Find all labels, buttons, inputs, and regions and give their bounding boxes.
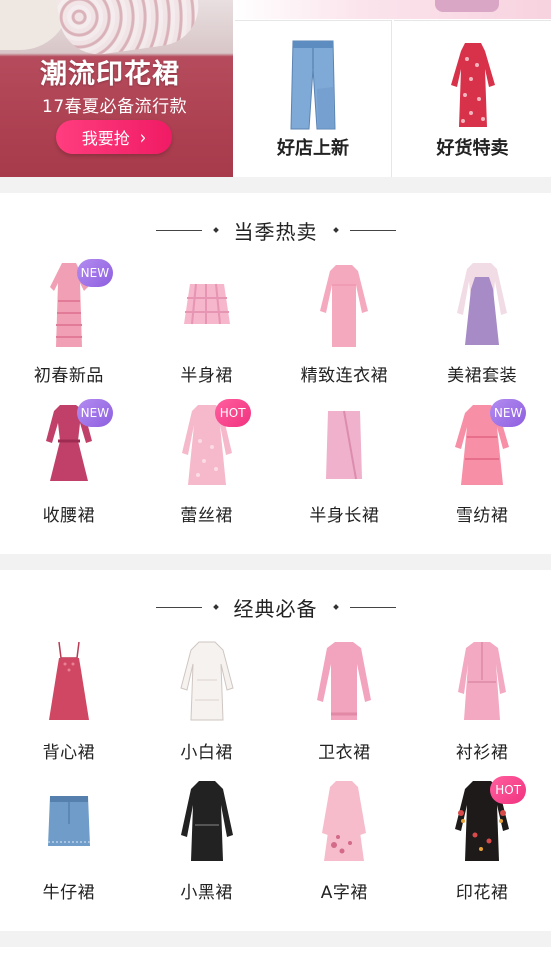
new-badge: NEW: [76, 399, 113, 427]
category-item[interactable]: 精致连衣裙: [276, 259, 414, 399]
category-label: 衬衫裙: [455, 743, 509, 763]
category-label: 背心裙: [42, 743, 96, 763]
category-grid: 背心裙 小白裙 卫衣裙 衬衫裙 牛仔裙 小黑裙 A字裙 HOT 印花裙: [0, 636, 551, 916]
banner-subtitle: 17春夏必备流行款: [42, 97, 188, 117]
strip-product-image: [435, 0, 499, 12]
category-item[interactable]: NEW 收腰裙: [0, 399, 138, 539]
print-dress-banner[interactable]: 潮流印花裙 17春夏必备流行款 我要抢 ›: [0, 0, 233, 177]
category-label: A字裙: [320, 883, 368, 903]
section-header: 当季热卖: [0, 215, 551, 245]
category-item[interactable]: 半身裙: [138, 259, 276, 399]
category-thumb: [436, 636, 528, 728]
category-thumb: [298, 399, 390, 491]
header-line-right: [349, 229, 396, 231]
category-thumb: HOT: [161, 399, 253, 491]
sweatshirt-dress-icon: [317, 642, 372, 720]
top-strip-banner[interactable]: [235, 0, 551, 19]
banner-title: 潮流印花裙: [40, 59, 180, 90]
category-label: 收腰裙: [42, 506, 96, 526]
header-dot-right: [332, 604, 339, 610]
header-line-right: [349, 606, 396, 608]
header-line-left: [155, 606, 202, 608]
category-label: 雪纺裙: [455, 506, 509, 526]
category-thumb: NEW: [436, 399, 528, 491]
section-header: 经典必备: [0, 592, 551, 622]
new-badge: NEW: [76, 259, 113, 287]
category-item[interactable]: 小白裙: [138, 636, 276, 776]
red-floral-dress-icon: [450, 43, 495, 127]
category-item[interactable]: 小黑裙: [138, 776, 276, 916]
denim-skirt-icon: [47, 796, 90, 846]
category-thumb: [161, 259, 253, 351]
section-classic-essentials: 经典必备 背心裙 小白裙 卫衣裙 衬衫裙 牛仔裙 小黑裙 A字裙 HOT 印花裙: [0, 570, 551, 931]
category-label: 印花裙: [455, 883, 509, 903]
white-dress-icon: [180, 641, 234, 721]
category-item[interactable]: 衬衫裙: [413, 636, 551, 776]
category-item[interactable]: A字裙: [276, 776, 414, 916]
category-item[interactable]: NEW 雪纺裙: [413, 399, 551, 539]
category-item[interactable]: 牛仔裙: [0, 776, 138, 916]
category-label: 卫衣裙: [318, 743, 371, 763]
black-dress-icon: [180, 781, 233, 861]
tile-special-sale[interactable]: 好货特卖: [394, 20, 551, 177]
category-thumb: [161, 776, 253, 868]
category-thumb: HOT: [436, 776, 528, 868]
category-item[interactable]: 背心裙: [0, 636, 138, 776]
jeans-icon: [290, 40, 336, 130]
hot-badge: HOT: [214, 399, 251, 427]
category-item[interactable]: 半身长裙: [276, 399, 414, 539]
category-thumb: NEW: [23, 399, 115, 491]
grab-now-button[interactable]: 我要抢 ›: [56, 120, 172, 154]
hot-badge: HOT: [490, 776, 527, 804]
tile-new-shops[interactable]: 好店上新: [235, 20, 392, 177]
header-dot-left: [212, 227, 219, 233]
category-thumb: [161, 636, 253, 728]
category-thumb: [436, 259, 528, 351]
grab-now-label: 我要抢: [81, 129, 130, 148]
header-dot-left: [212, 604, 219, 610]
category-thumb: [298, 776, 390, 868]
category-item[interactable]: HOT 印花裙: [413, 776, 551, 916]
header-dot-right: [332, 227, 339, 233]
chevron-right-icon: ›: [139, 125, 147, 149]
category-label: 小黑裙: [180, 883, 233, 903]
category-item[interactable]: 卫衣裙: [276, 636, 414, 776]
category-label: 小白裙: [180, 743, 233, 763]
a-line-dress-icon: [322, 781, 367, 861]
category-label: 美裙套装: [447, 366, 518, 386]
next-section-edge: [0, 947, 551, 960]
pink-sleeve-dress-icon: [320, 265, 369, 347]
slip-dress-icon: [48, 641, 89, 720]
header-line-left: [155, 229, 202, 231]
new-badge: NEW: [490, 399, 527, 427]
category-grid: NEW 初春新品 半身裙 精致连衣裙 美裙套装 NEW 收腰裙 HOT 蕾丝裙 …: [0, 259, 551, 539]
category-thumb: [298, 636, 390, 728]
category-item[interactable]: 美裙套装: [413, 259, 551, 399]
section-title: 当季热卖: [233, 219, 318, 244]
category-label: 牛仔裙: [42, 883, 96, 903]
shirt-dress-icon: [458, 642, 507, 720]
category-label: 蕾丝裙: [180, 506, 233, 526]
category-thumb: [23, 636, 115, 728]
wrap-midi-skirt-icon: [326, 410, 363, 480]
banner-floral-fabric: [56, 0, 204, 60]
promo-area: 潮流印花裙 17春夏必备流行款 我要抢 › 好店上新 好货特卖: [0, 0, 551, 177]
section-title: 经典必备: [233, 596, 318, 621]
category-thumb: NEW: [23, 259, 115, 351]
section-seasonal-hot: 当季热卖 NEW 初春新品 半身裙 精致连衣裙 美裙套装 NEW 收腰裙 HOT…: [0, 193, 551, 554]
category-item[interactable]: HOT 蕾丝裙: [138, 399, 276, 539]
blouse-pinafore-set-icon: [457, 263, 508, 345]
category-label: 半身长裙: [309, 506, 380, 526]
plaid-skirt-icon: [183, 283, 230, 325]
category-thumb: [23, 776, 115, 868]
category-thumb: [298, 259, 390, 351]
tile-special-sale-label: 好货特卖: [436, 138, 509, 159]
category-label: 初春新品: [33, 366, 104, 386]
category-label: 精致连衣裙: [300, 366, 389, 386]
category-item[interactable]: NEW 初春新品: [0, 259, 138, 399]
category-label: 半身裙: [180, 366, 233, 386]
tile-new-shops-label: 好店上新: [277, 138, 349, 159]
